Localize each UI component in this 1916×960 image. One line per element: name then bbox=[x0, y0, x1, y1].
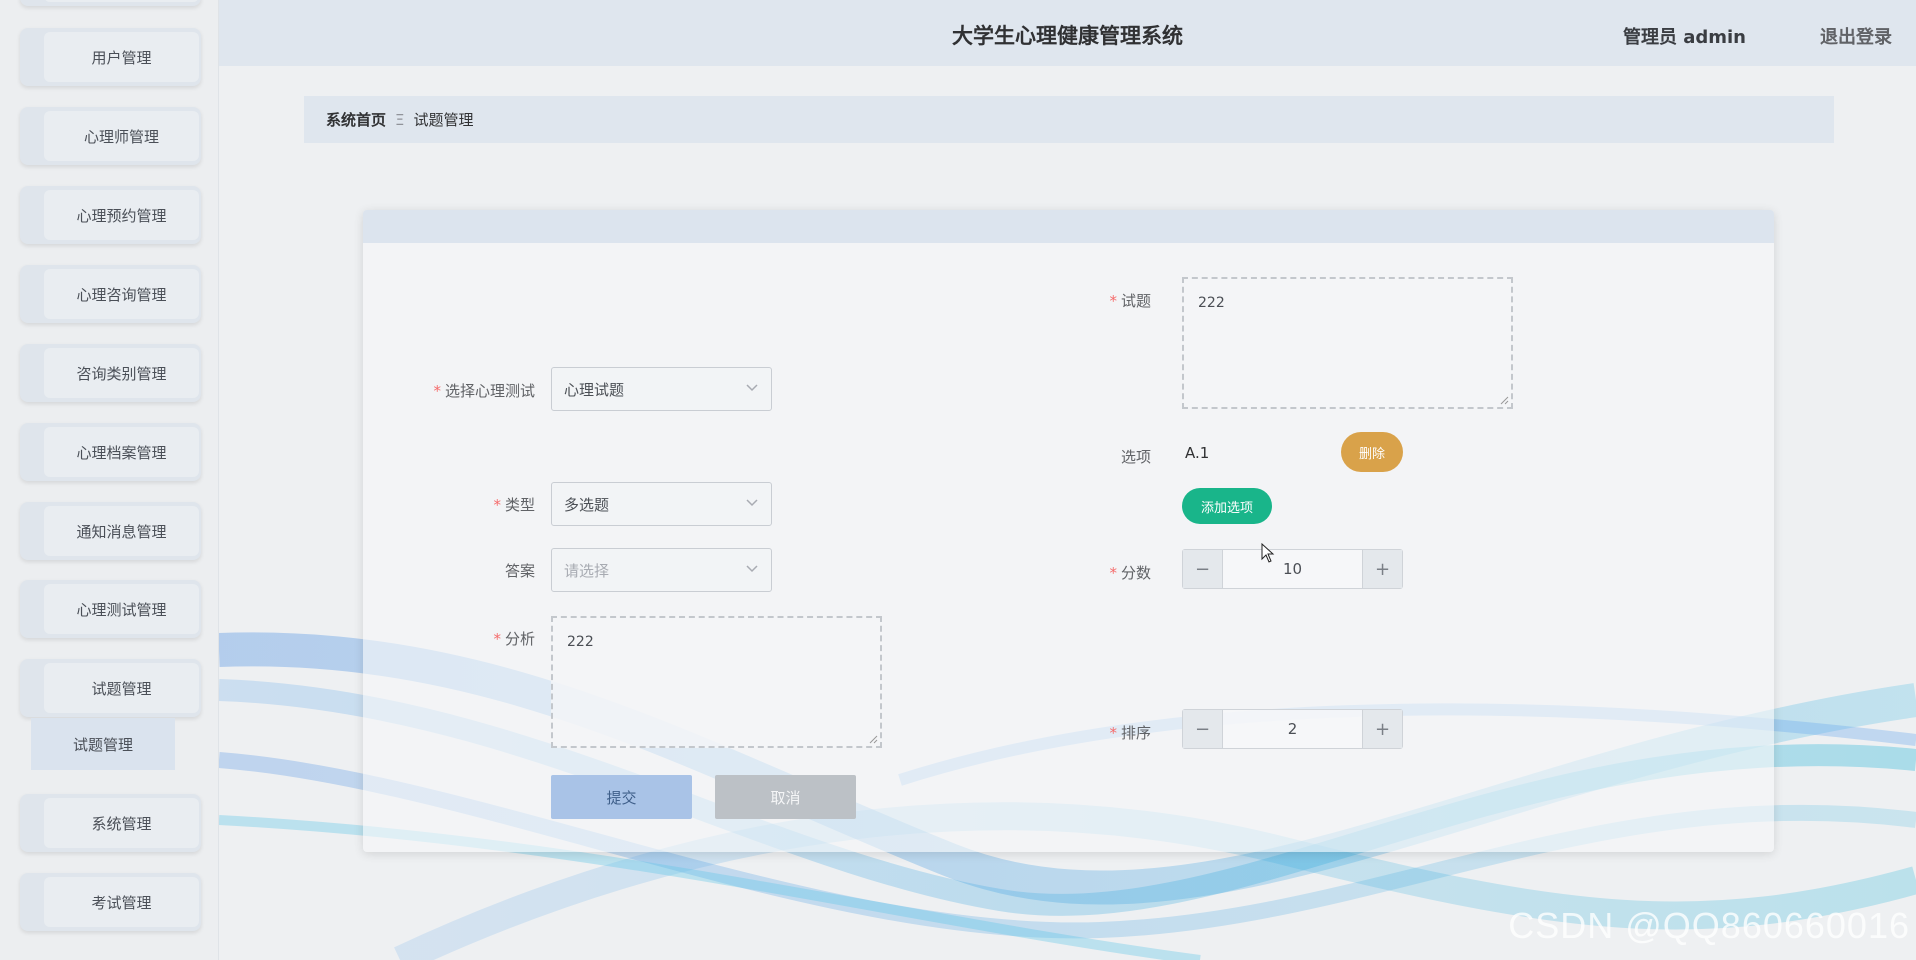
sort-label: * 排序 bbox=[1109, 724, 1151, 742]
sidebar-item-system[interactable]: 系统管理 bbox=[20, 794, 201, 852]
sidebar-item-exams[interactable]: 考试管理 bbox=[20, 873, 201, 931]
analysis-label: * 分析 bbox=[493, 630, 535, 648]
sidebar-item-label: 考试管理 bbox=[44, 877, 199, 927]
resize-grip-icon bbox=[1500, 396, 1509, 405]
score-label: * 分数 bbox=[1109, 564, 1151, 582]
type-select[interactable]: 多选题 bbox=[551, 482, 772, 526]
sidebar-item-label: 咨询类别管理 bbox=[44, 348, 199, 398]
analysis-textarea[interactable]: 222 bbox=[551, 616, 882, 748]
watermark: CSDN @QQ860660016 bbox=[1508, 905, 1910, 946]
current-user: 管理员 admin bbox=[1622, 27, 1746, 48]
answer-select-label: 答案 bbox=[504, 562, 535, 580]
sidebar-item-consultations[interactable]: 心理咨询管理 bbox=[20, 265, 201, 323]
sidebar-item-appointments[interactable]: 心理预约管理 bbox=[20, 186, 201, 244]
sort-stepper[interactable]: − 2 + bbox=[1182, 709, 1403, 749]
chevron-down-icon bbox=[746, 499, 758, 507]
logout-link[interactable]: 退出登录 bbox=[1820, 23, 1892, 49]
answer-select-placeholder: 请选择 bbox=[564, 561, 610, 580]
required-mark: * bbox=[493, 496, 501, 514]
sidebar-item-label: 心理师管理 bbox=[44, 111, 199, 161]
minus-icon[interactable]: − bbox=[1183, 710, 1223, 748]
sort-value[interactable]: 2 bbox=[1223, 710, 1362, 748]
score-stepper[interactable]: − 10 + bbox=[1182, 549, 1403, 589]
type-select-value: 多选题 bbox=[564, 495, 610, 514]
delete-option-button[interactable]: 删除 bbox=[1341, 432, 1403, 472]
sidebar-item-records[interactable]: 心理档案管理 bbox=[20, 423, 201, 481]
sidebar-item-label: 心理预约管理 bbox=[44, 190, 199, 240]
required-mark: * bbox=[1109, 564, 1117, 582]
sidebar-item-label: 通知消息管理 bbox=[44, 506, 199, 556]
breadcrumb-current: 试题管理 bbox=[413, 111, 474, 129]
analysis-value: 222 bbox=[567, 634, 594, 650]
top-header: 大学生心理健康管理系统 管理员 admin 退出登录 bbox=[219, 0, 1916, 66]
submit-button[interactable]: 提交 bbox=[551, 775, 692, 819]
chevron-down-icon bbox=[746, 384, 758, 392]
test-select-label: * 选择心理测试 bbox=[433, 382, 535, 400]
plus-icon[interactable]: + bbox=[1362, 710, 1402, 748]
answer-select[interactable]: 请选择 bbox=[551, 548, 772, 592]
add-option-button[interactable]: 添加选项 bbox=[1182, 488, 1272, 524]
mouse-cursor-icon bbox=[1261, 543, 1275, 563]
required-mark: * bbox=[433, 382, 441, 400]
cancel-button[interactable]: 取消 bbox=[715, 775, 856, 819]
plus-icon[interactable]: + bbox=[1362, 550, 1402, 588]
sidebar-item-counselors[interactable]: 心理师管理 bbox=[20, 107, 201, 165]
sidebar-subitem-questions[interactable]: 试题管理 bbox=[31, 718, 175, 770]
options-label: 选项 bbox=[1120, 448, 1151, 466]
score-value[interactable]: 10 bbox=[1223, 550, 1362, 588]
sidebar: 用户管理 心理师管理 心理预约管理 心理咨询管理 咨询类别管理 心理档案管理 通… bbox=[0, 0, 219, 960]
test-select[interactable]: 心理试题 bbox=[551, 367, 772, 411]
resize-grip-icon bbox=[869, 735, 878, 744]
test-select-value: 心理试题 bbox=[564, 380, 625, 399]
sidebar-item-label: 系统管理 bbox=[44, 798, 199, 848]
breadcrumb-home[interactable]: 系统首页 bbox=[326, 109, 386, 130]
sidebar-item-label: 心理咨询管理 bbox=[44, 269, 199, 319]
question-label: * 试题 bbox=[1109, 292, 1151, 310]
sidebar-item-label: 心理测试管理 bbox=[44, 584, 199, 634]
sidebar-item-consult-categories[interactable]: 咨询类别管理 bbox=[20, 344, 201, 402]
required-mark: * bbox=[493, 630, 501, 648]
type-select-label: * 类型 bbox=[493, 496, 535, 514]
sidebar-item-label: 用户管理 bbox=[44, 32, 199, 82]
dialog-header bbox=[363, 210, 1774, 243]
question-edit-dialog: * 选择心理测试 心理试题 * 类型 多选题 答案 请选择 * 分析 222 提交 取… bbox=[363, 210, 1774, 852]
required-mark: * bbox=[1109, 724, 1117, 742]
breadcrumb-separator-icon: Ξ bbox=[395, 110, 405, 129]
option-text: A.1 bbox=[1185, 444, 1210, 462]
required-mark: * bbox=[1109, 292, 1117, 310]
sidebar-item-questions[interactable]: 试题管理 bbox=[20, 659, 201, 717]
sidebar-item-tests[interactable]: 心理测试管理 bbox=[20, 580, 201, 638]
question-value: 222 bbox=[1198, 295, 1225, 311]
sidebar-item-users[interactable]: 用户管理 bbox=[20, 28, 201, 86]
sidebar-item-label: 试题管理 bbox=[44, 663, 199, 713]
chevron-down-icon bbox=[746, 565, 758, 573]
sidebar-item-notifications[interactable]: 通知消息管理 bbox=[20, 502, 201, 560]
question-textarea[interactable]: 222 bbox=[1182, 277, 1513, 409]
sidebar-item-label: 心理档案管理 bbox=[44, 427, 199, 477]
breadcrumb: 系统首页 Ξ 试题管理 bbox=[304, 96, 1834, 143]
sidebar-item-partial[interactable] bbox=[20, 0, 201, 6]
minus-icon[interactable]: − bbox=[1183, 550, 1223, 588]
